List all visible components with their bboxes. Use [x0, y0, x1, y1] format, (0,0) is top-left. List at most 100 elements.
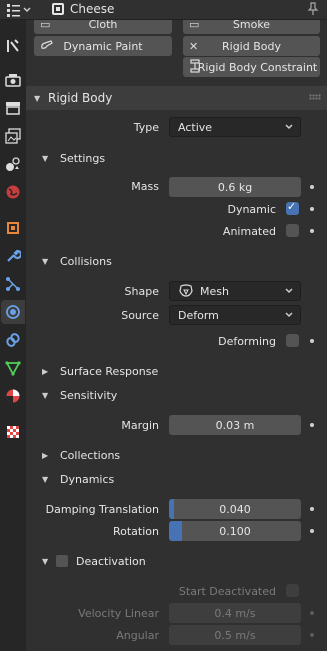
output-icon	[6, 102, 20, 115]
rigid-body-button[interactable]: ✕ Rigid Body	[183, 36, 320, 56]
deforming-checkbox[interactable]	[286, 334, 299, 347]
source-label: Source	[121, 309, 159, 322]
settings-subpanel-header[interactable]: ▼ Settings	[42, 148, 105, 168]
rigid-body-panel-header[interactable]: ▼ Rigid Body	[26, 86, 327, 110]
drag-handle-icon[interactable]	[309, 94, 321, 100]
dynamic-paint-label: Dynamic Paint	[63, 39, 143, 53]
keyframe-dot[interactable]	[310, 185, 314, 189]
tab-output[interactable]	[1, 96, 25, 120]
angular-label: Angular	[116, 629, 159, 642]
scene-icon	[6, 157, 20, 171]
tab-data[interactable]	[1, 356, 25, 380]
keyframe-dot[interactable]	[310, 339, 314, 343]
mesh-data-icon	[5, 361, 21, 376]
chevron-down-icon	[23, 7, 31, 13]
object-icon	[52, 3, 64, 15]
surface-response-subpanel-header[interactable]: ▶ Surface Response	[42, 361, 158, 381]
tab-physics[interactable]	[1, 300, 25, 324]
keyframe-dot[interactable]	[310, 611, 314, 615]
expand-arrow-icon: ▼	[42, 153, 49, 163]
texture-icon	[7, 426, 19, 438]
collisions-subpanel-header[interactable]: ▼ Collisions	[42, 251, 112, 271]
cloth-button[interactable]: ▭ Cloth	[34, 20, 172, 34]
margin-label: Margin	[121, 419, 159, 432]
pin-icon[interactable]	[307, 2, 319, 19]
chevron-down-icon	[285, 312, 293, 318]
keyframe-dot[interactable]	[310, 207, 314, 211]
editor-type-button[interactable]	[4, 2, 36, 18]
dynamic-checkbox[interactable]	[286, 200, 299, 215]
shape-dropdown[interactable]: Mesh	[169, 281, 301, 301]
tab-modifiers[interactable]	[1, 244, 25, 268]
mesh-shape-icon	[179, 284, 193, 297]
tab-material[interactable]	[1, 384, 25, 408]
rigid-body-title: Rigid Body	[48, 91, 113, 105]
expand-arrow-icon: ▼	[42, 474, 49, 484]
expand-arrow-icon: ▼	[34, 93, 41, 103]
damping-translation-value: 0.040	[219, 502, 251, 516]
properties-tabs	[0, 20, 26, 651]
rigid-body-constraint-button[interactable]: Rigid Body Constraint	[183, 57, 320, 77]
tab-object[interactable]	[1, 216, 25, 240]
damping-translation-slider[interactable]: 0.040	[169, 499, 301, 519]
rotation-label: Rotation	[112, 525, 159, 538]
source-value: Deform	[178, 308, 219, 322]
surface-response-title: Surface Response	[60, 364, 159, 378]
keyframe-dot[interactable]	[310, 423, 314, 427]
dynamics-title: Dynamics	[60, 472, 115, 486]
rigid-body-label: Rigid Body	[222, 39, 281, 53]
tool-icon	[7, 39, 19, 52]
constraint-icon	[189, 58, 201, 76]
rotation-value: 0.100	[219, 524, 251, 538]
tab-view-layer[interactable]	[1, 124, 25, 148]
shape-label: Shape	[124, 285, 159, 298]
animated-checkbox[interactable]	[286, 224, 299, 237]
cloth-icon: ▭	[40, 20, 51, 31]
object-name: Cheese	[70, 2, 115, 16]
mass-field[interactable]: 0.6 kg	[169, 177, 301, 197]
chevron-down-icon	[285, 288, 293, 294]
sensitivity-subpanel-header[interactable]: ▼ Sensitivity	[42, 385, 117, 405]
keyframe-dot[interactable]	[310, 507, 314, 511]
tab-scene[interactable]	[1, 152, 25, 176]
tab-texture[interactable]	[1, 420, 25, 444]
dynamics-subpanel-header[interactable]: ▼ Dynamics	[42, 469, 114, 489]
deactivation-subpanel-header[interactable]: ▼ Deactivation	[42, 551, 146, 571]
mass-label: Mass	[131, 180, 159, 193]
rotation-slider[interactable]: 0.100	[169, 521, 301, 541]
deactivation-checkbox[interactable]	[56, 555, 68, 567]
type-dropdown[interactable]: Active	[169, 117, 301, 137]
tab-render[interactable]	[1, 68, 25, 92]
source-dropdown[interactable]: Deform	[169, 305, 301, 325]
tab-particles[interactable]	[1, 272, 25, 296]
keyframe-dot[interactable]	[310, 633, 314, 637]
mass-value: 0.6 kg	[217, 180, 253, 194]
damping-translation-label: Damping Translation	[45, 503, 159, 516]
tab-world[interactable]	[1, 180, 25, 204]
wrench-icon	[7, 249, 21, 262]
properties-editor-icon	[7, 4, 20, 17]
close-icon: ✕	[189, 39, 199, 53]
sensitivity-title: Sensitivity	[60, 388, 118, 402]
collections-subpanel-header[interactable]: ▶ Collections	[42, 445, 120, 465]
type-value: Active	[178, 120, 213, 134]
tab-tool[interactable]	[1, 34, 25, 58]
start-deactivated-checkbox[interactable]	[286, 584, 299, 597]
keyframe-dot[interactable]	[310, 229, 314, 233]
angular-field[interactable]: 0.5 m/s	[169, 625, 301, 645]
angular-value: 0.5 m/s	[214, 628, 256, 642]
collections-title: Collections	[60, 448, 121, 462]
keyframe-dot[interactable]	[310, 529, 314, 533]
dynamic-paint-button[interactable]: Dynamic Paint	[34, 36, 172, 56]
velocity-linear-value: 0.4 m/s	[214, 606, 256, 620]
collapsed-arrow-icon: ▶	[42, 366, 49, 376]
damping-translation-fill	[169, 499, 175, 519]
smoke-button[interactable]: ▭ Smoke	[183, 20, 320, 34]
margin-field[interactable]: 0.03 m	[169, 415, 301, 435]
rotation-fill	[169, 521, 183, 541]
constraints-icon	[6, 333, 20, 347]
tab-constraints[interactable]	[1, 328, 25, 352]
velocity-linear-field[interactable]: 0.4 m/s	[169, 603, 301, 623]
object-breadcrumb: Cheese	[52, 2, 114, 16]
rigid-body-constraint-label: Rigid Body Constraint	[197, 60, 318, 74]
